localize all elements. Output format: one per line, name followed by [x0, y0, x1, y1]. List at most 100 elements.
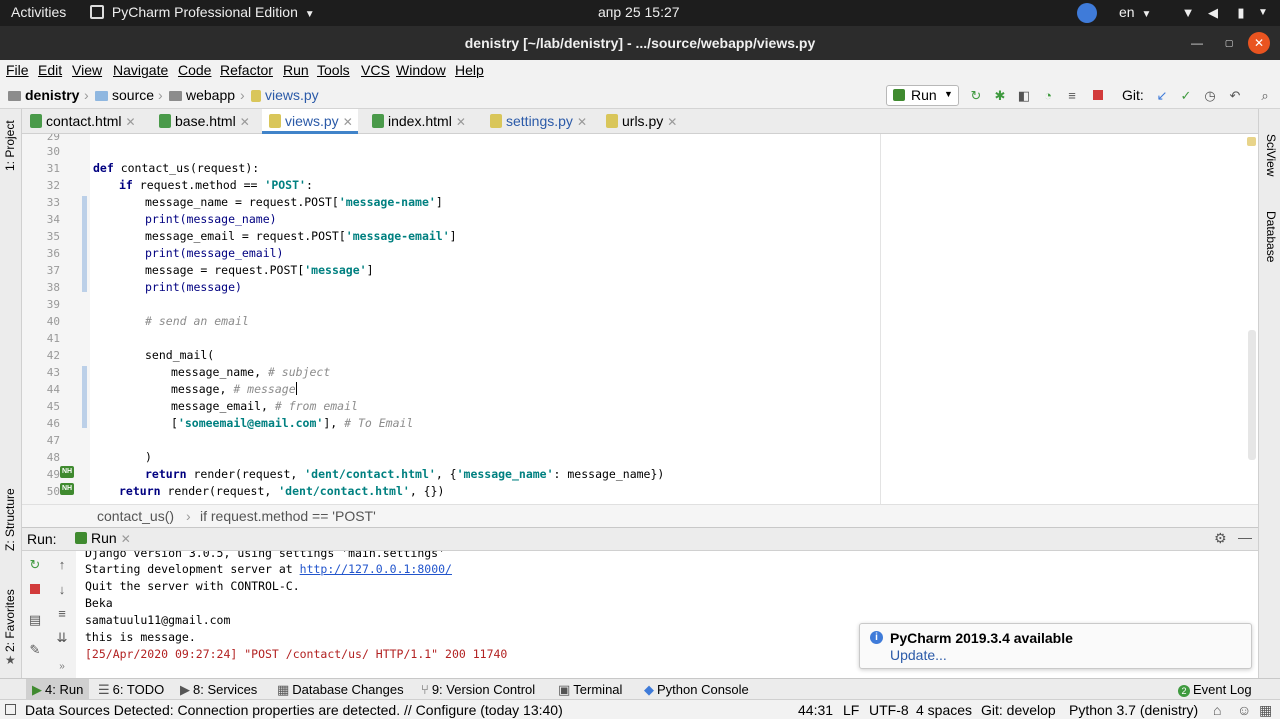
menu-vcs[interactable]: VCS	[361, 62, 390, 78]
close-icon[interactable]: ✕	[667, 115, 677, 129]
rerun-icon[interactable]: ↻	[968, 88, 984, 104]
breadcrumb-webapp[interactable]: webapp	[169, 87, 235, 103]
soft-wrap-icon[interactable]: ≡	[54, 606, 70, 622]
battery-icon[interactable]: ▮	[1233, 5, 1249, 21]
menu-tools[interactable]: Tools	[317, 62, 350, 78]
tool-database-changes[interactable]: ▦ Database Changes	[277, 682, 404, 698]
indent-setting[interactable]: 4 spaces	[916, 702, 972, 718]
tool-todo[interactable]: ☰ 6: TODO	[98, 682, 164, 698]
coverage-icon[interactable]: ◧	[1016, 88, 1032, 104]
status-message[interactable]: Data Sources Detected: Connection proper…	[25, 702, 563, 718]
maximize-icon[interactable]: ▢	[1220, 34, 1238, 52]
favorites-tool-tab[interactable]: 2: Favorites	[3, 589, 17, 652]
code-line: message_email = request.POST['message-em…	[145, 229, 457, 243]
volume-icon[interactable]: ◀	[1205, 5, 1221, 21]
clock[interactable]: апр 25 15:27	[598, 4, 680, 20]
project-tool-tab[interactable]: 1: Project	[3, 120, 17, 171]
git-update-icon[interactable]: ↙	[1154, 88, 1170, 104]
file-encoding[interactable]: UTF-8	[869, 702, 909, 718]
line-separator[interactable]: LF	[843, 702, 859, 718]
scroll-down-icon[interactable]: ↓	[54, 582, 70, 598]
inspection-ok-icon[interactable]	[1247, 137, 1256, 146]
editor-scrollbar[interactable]	[1248, 330, 1256, 460]
tab-index-html[interactable]: index.html ✕	[372, 109, 466, 134]
vcs-change-marker[interactable]	[82, 196, 87, 292]
close-icon[interactable]: ✕	[121, 532, 131, 546]
language-indicator[interactable]: en ▼	[1119, 4, 1151, 20]
breadcrumb-condition[interactable]: if request.method == 'POST'	[200, 508, 376, 524]
gear-icon[interactable]: ⚙	[1214, 530, 1227, 547]
stop-icon[interactable]	[27, 582, 43, 598]
django-template-icon[interactable]: NH	[60, 466, 74, 478]
memory-icon[interactable]: ▦	[1259, 702, 1272, 719]
tab-urls-py[interactable]: urls.py ✕	[606, 109, 677, 134]
django-template-icon[interactable]: NH	[60, 483, 74, 495]
scroll-up-icon[interactable]: ↑	[54, 557, 70, 573]
vcs-change-marker[interactable]	[82, 366, 87, 428]
breadcrumb-source[interactable]: source	[95, 87, 154, 103]
rerun-icon[interactable]: ↻	[27, 557, 43, 573]
close-icon[interactable]: ✕	[125, 115, 135, 129]
tool-windows-toggle-icon[interactable]	[5, 704, 16, 715]
git-commit-icon[interactable]: ✓	[1178, 88, 1194, 104]
tool-python-console[interactable]: ◆ Python Console	[644, 682, 749, 698]
close-icon[interactable]: ✕	[456, 115, 466, 129]
menu-edit[interactable]: Edit	[38, 62, 62, 78]
stop-icon[interactable]	[1090, 88, 1106, 104]
tab-contact-html[interactable]: contact.html ✕	[30, 109, 136, 134]
activities-button[interactable]: Activities	[11, 4, 66, 20]
python-interpreter[interactable]: Python 3.7 (denistry)	[1069, 702, 1198, 718]
close-icon[interactable]: ✕	[1248, 32, 1270, 54]
structure-tool-tab[interactable]: Z: Structure	[3, 488, 17, 551]
inspector-icon[interactable]: ☺	[1237, 702, 1251, 718]
tool-services[interactable]: ▶ 8: Services	[180, 682, 257, 698]
caret-position[interactable]: 44:31	[798, 702, 833, 718]
update-link[interactable]: Update...	[890, 647, 947, 663]
tab-run[interactable]: Run ✕	[75, 530, 131, 546]
code-editor[interactable]: def contact_us(request): if request.meth…	[90, 134, 1258, 504]
more-icon[interactable]: »	[54, 659, 70, 675]
tool-version-control[interactable]: ⑂ 9: Version Control	[421, 682, 535, 697]
rollback-icon[interactable]: ↶	[1227, 88, 1243, 104]
system-menu-chevron-icon[interactable]: ▼	[1255, 5, 1271, 21]
tool-event-log[interactable]: 2 Event Log	[1178, 682, 1252, 697]
profile-icon[interactable]: ◔	[1040, 88, 1056, 104]
close-icon[interactable]: ✕	[577, 115, 587, 129]
run-configuration-select[interactable]: Run ▼	[886, 85, 959, 106]
scroll-to-end-icon[interactable]: ⇊	[54, 630, 70, 646]
sciview-tool-tab[interactable]: SciView	[1264, 134, 1278, 176]
chrome-badge-icon[interactable]	[1077, 3, 1097, 23]
layout-icon[interactable]: ▤	[27, 612, 43, 628]
app-menu[interactable]: PyCharm Professional Edition ▼	[90, 4, 315, 20]
breadcrumb-function[interactable]: contact_us()	[97, 508, 174, 524]
close-icon[interactable]: ✕	[240, 115, 250, 129]
tab-base-html[interactable]: base.html ✕	[159, 109, 250, 134]
menu-view[interactable]: View	[72, 62, 102, 78]
hide-panel-icon[interactable]: —	[1238, 529, 1252, 545]
tool-run[interactable]: ▶ 4: Run	[26, 679, 90, 700]
concurrency-icon[interactable]: ≡	[1064, 88, 1080, 104]
debug-icon[interactable]: ✱	[992, 88, 1008, 104]
breadcrumb-project[interactable]: denistry	[8, 87, 79, 103]
menu-help[interactable]: Help	[455, 62, 484, 78]
menu-code[interactable]: Code	[178, 62, 211, 78]
git-branch[interactable]: Git: develop	[981, 702, 1056, 718]
tab-views-py[interactable]: views.py ✕	[262, 109, 358, 134]
tool-terminal[interactable]: ▣ Terminal	[558, 682, 622, 698]
menu-run[interactable]: Run	[283, 62, 309, 78]
menu-refactor[interactable]: Refactor	[220, 62, 273, 78]
menu-window[interactable]: Window	[396, 62, 446, 78]
pin-icon[interactable]: ✎	[27, 642, 43, 658]
lock-icon[interactable]: ⌂	[1213, 702, 1221, 718]
tab-settings-py[interactable]: settings.py ✕	[490, 109, 587, 134]
server-url-link[interactable]: http://127.0.0.1:8000/	[300, 562, 452, 576]
history-icon[interactable]: ◷	[1202, 88, 1218, 104]
search-icon[interactable]: ⌕	[1257, 88, 1273, 104]
minimize-icon[interactable]: —	[1188, 34, 1206, 52]
wifi-icon[interactable]: ▼	[1180, 5, 1196, 21]
close-icon[interactable]: ✕	[343, 115, 353, 129]
menu-navigate[interactable]: Navigate	[113, 62, 168, 78]
breadcrumb-file[interactable]: views.py	[251, 87, 319, 103]
menu-file[interactable]: File	[6, 62, 29, 78]
database-tool-tab[interactable]: Database	[1264, 211, 1278, 262]
